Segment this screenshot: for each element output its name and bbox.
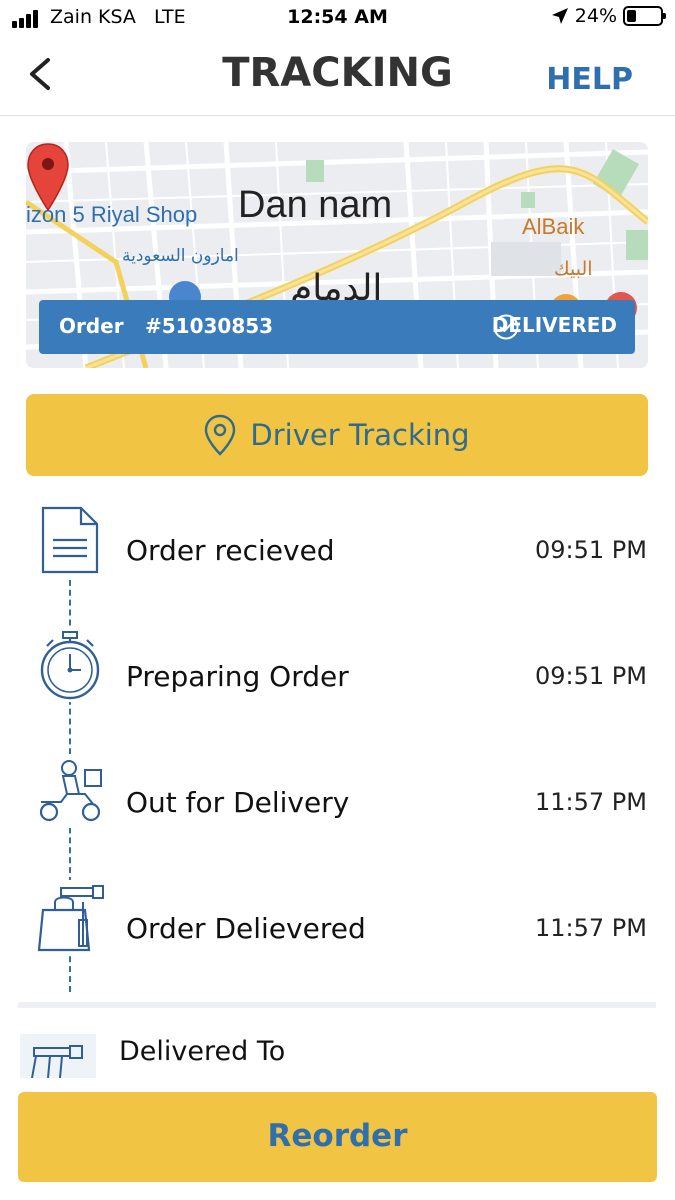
step-time: 09:51 PM <box>535 536 647 564</box>
location-pin-icon <box>205 414 236 456</box>
section-divider <box>18 1002 656 1008</box>
step-time: 11:57 PM <box>535 788 647 816</box>
reorder-button[interactable]: Reorder <box>18 1092 657 1182</box>
reorder-label: Reorder <box>267 1118 408 1154</box>
package-handoff-icon <box>33 880 107 954</box>
battery-icon <box>623 6 666 26</box>
map-city-label: Dan nam <box>238 184 393 226</box>
timeline-step-preparing: Preparing Order 09:51 PM <box>0 616 675 742</box>
check-circle-icon <box>493 314 519 340</box>
step-time: 09:51 PM <box>535 662 647 690</box>
delivered-to-section: Delivered To <box>0 1028 675 1078</box>
driver-tracking-button[interactable]: Driver Tracking <box>26 394 648 476</box>
step-label: Order Delievered <box>126 912 366 945</box>
map-pin-icon <box>27 143 69 212</box>
timeline-step-order-received: Order recieved 09:51 PM <box>0 490 675 616</box>
driver-tracking-label: Driver Tracking <box>250 418 470 452</box>
map-poi-label: AlBaik <box>522 214 585 239</box>
delivered-to-label: Delivered To <box>119 1036 286 1067</box>
step-label: Order recieved <box>126 534 335 567</box>
order-number: #51030853 <box>145 314 274 338</box>
order-banner: Order #51030853 DELIVERED <box>39 300 635 354</box>
order-label: Order <box>59 314 124 338</box>
step-time: 11:57 PM <box>535 914 647 942</box>
map-shop-label-arabic: امازون السعودية <box>122 246 239 266</box>
delivery-scooter-icon <box>33 754 107 828</box>
driver-tracking-content: Driver Tracking <box>26 394 648 476</box>
battery-level <box>627 10 636 22</box>
map-view[interactable]: Dan nam izon 5 Riyal Shop امازون السعودي… <box>26 142 648 368</box>
step-label: Preparing Order <box>126 660 349 693</box>
timeline-step-delivered: Order Delievered 11:57 PM <box>0 868 675 994</box>
help-button[interactable]: HELP <box>546 62 633 97</box>
stopwatch-icon <box>33 628 107 702</box>
status-bar: Zain KSA LTE 12:54 AM 24% <box>0 0 675 40</box>
order-status: DELIVERED <box>492 313 617 340</box>
map-poi-label-arabic: البيك <box>554 258 593 280</box>
step-label: Out for Delivery <box>126 786 350 819</box>
location-arrow-icon <box>551 8 568 24</box>
top-nav-bar: TRACKING HELP <box>0 40 675 116</box>
timeline-step-out-for-delivery: Out for Delivery 11:57 PM <box>0 742 675 868</box>
battery-percent: 24% <box>574 5 617 27</box>
document-icon <box>33 502 107 576</box>
order-timeline: Order recieved 09:51 PM Preparing Order … <box>0 490 675 1010</box>
status-right: 24% <box>551 5 666 27</box>
hand-delivery-icon <box>20 1034 96 1078</box>
